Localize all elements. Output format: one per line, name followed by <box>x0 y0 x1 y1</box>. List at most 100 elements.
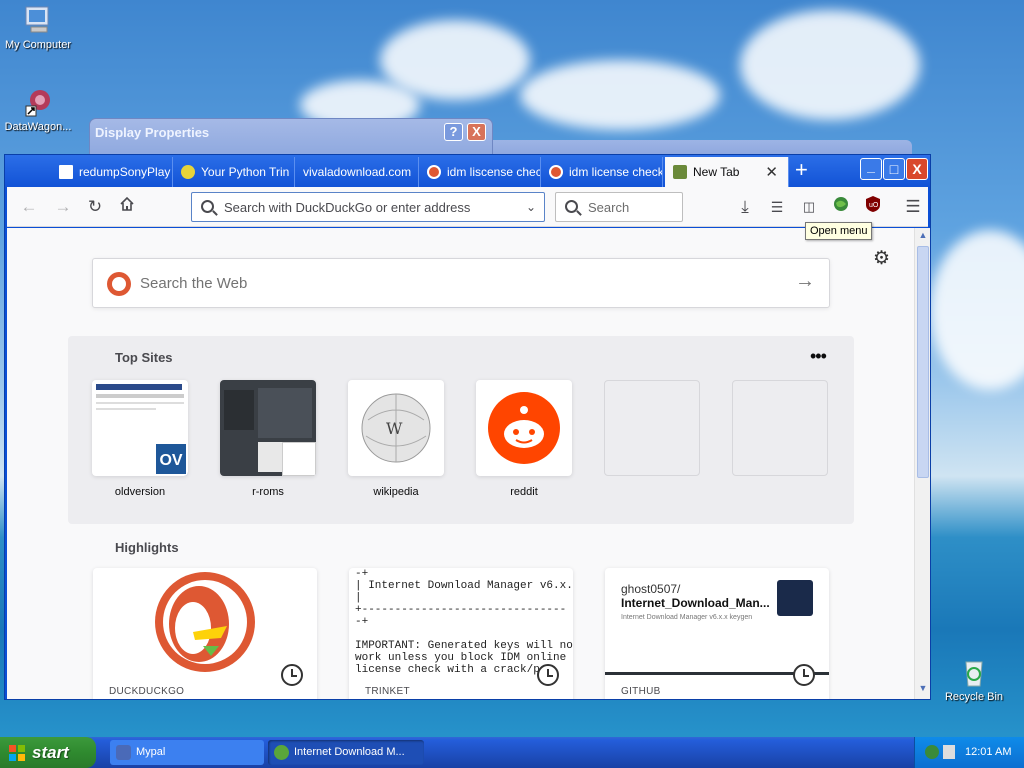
clock-icon <box>281 664 303 686</box>
ublock-icon[interactable]: uO <box>861 195 885 219</box>
highlight-source: DUCKDUCKGO <box>109 686 185 697</box>
gear-icon[interactable]: ⚙ <box>873 247 890 270</box>
tab-python-trinket[interactable]: Your Python Trin <box>173 157 295 187</box>
highlight-source: TRINKET <box>365 686 410 697</box>
more-options-icon[interactable]: ••• <box>810 346 827 367</box>
desktop-icon-recycle-bin[interactable]: Recycle Bin <box>936 656 1012 703</box>
nav-toolbar: ← → ↻ Search with DuckDuckGo or enter ad… <box>7 187 928 227</box>
reload-icon[interactable]: ↻ <box>83 195 107 219</box>
site-thumbnail <box>476 380 572 476</box>
url-bar[interactable]: Search with DuckDuckGo or enter address … <box>191 192 545 222</box>
tab-idm-liscense[interactable]: idm liscense chec <box>419 157 541 187</box>
datawagon-icon <box>22 86 54 118</box>
start-button[interactable]: start <box>0 737 96 768</box>
close-button[interactable]: X <box>467 123 486 141</box>
cloud <box>520 60 720 130</box>
vertical-scrollbar[interactable]: ▲ ▼ <box>914 228 930 699</box>
tab-label: idm liscense chec <box>447 165 541 179</box>
chevron-down-icon[interactable]: ⌄ <box>526 200 536 214</box>
repo-description: Internet Download Manager v6.x.x keygen <box>621 614 753 621</box>
url-placeholder: Search with DuckDuckGo or enter address <box>224 200 471 215</box>
highlights-title: Highlights <box>115 540 179 555</box>
tab-label: vivaladownload.com <box>303 165 412 179</box>
download-icon[interactable]: ⤓ <box>733 195 757 219</box>
speaker-icon[interactable] <box>943 745 955 759</box>
new-tab-button[interactable]: + <box>795 159 808 181</box>
clock: 12:01 AM <box>965 746 1012 758</box>
duckduckgo-icon <box>549 165 563 179</box>
svg-text:uO: uO <box>869 202 879 209</box>
r-roms-logo <box>282 442 316 476</box>
computer-icon <box>22 4 54 36</box>
hamburger-menu-icon[interactable]: ☰ <box>901 195 925 219</box>
sidebar-icon[interactable]: ◫ <box>797 195 821 219</box>
tab-idm-license[interactable]: idm license check <box>541 157 663 187</box>
taskbar-item-mypal[interactable]: Mypal <box>110 740 264 765</box>
top-site-oldversion[interactable]: OV oldversion <box>92 380 188 498</box>
github-avatar <box>777 580 813 616</box>
home-icon[interactable] <box>115 195 139 219</box>
web-search-box[interactable]: Search the Web → <box>92 258 830 308</box>
archive-icon <box>59 165 73 179</box>
duckduckgo-logo <box>155 572 255 672</box>
highlight-card-github[interactable]: ghost0507/ Internet_Download_Man... Inte… <box>605 568 829 699</box>
minimize-button[interactable]: _ <box>860 158 882 180</box>
clock-icon <box>537 664 559 686</box>
desktop-icon-label: Recycle Bin <box>944 691 1004 703</box>
close-button[interactable]: X <box>906 158 928 180</box>
scroll-up-icon[interactable]: ▲ <box>917 230 929 244</box>
network-icon[interactable] <box>925 745 939 759</box>
desktop-icon-my-computer[interactable]: My Computer <box>0 4 76 51</box>
open-menu-tooltip: Open menu <box>805 222 873 240</box>
top-sites-title: Top Sites <box>115 350 173 365</box>
reddit-icon <box>488 392 560 464</box>
wikipedia-icon: W <box>361 393 431 463</box>
svg-text:W: W <box>386 419 403 438</box>
display-properties-dialog[interactable]: Display Properties ? X <box>89 118 493 158</box>
search-bar[interactable]: Search <box>555 192 683 222</box>
recycle-bin-icon <box>958 656 990 688</box>
help-button[interactable]: ? <box>444 123 463 141</box>
new-tab-page: Search the Web → ⚙ Top Sites ••• OV oldv… <box>7 228 914 699</box>
duckduckgo-icon <box>107 272 131 296</box>
site-label: oldversion <box>114 486 166 498</box>
start-label: start <box>32 743 69 762</box>
top-site-empty[interactable] <box>604 380 700 476</box>
web-search-placeholder: Search the Web <box>140 275 248 292</box>
highlight-card-trinket[interactable]: -+ | Internet Download Manager v6.x.x | … <box>349 568 573 699</box>
desktop-icon-datawagon[interactable]: DataWagon... <box>0 86 76 133</box>
arrow-right-icon[interactable]: → <box>795 270 815 293</box>
scroll-down-icon[interactable]: ▼ <box>917 683 929 697</box>
search-icon <box>565 200 578 213</box>
back-icon[interactable]: ← <box>17 195 41 219</box>
tab-label: Your Python Trin <box>201 165 290 179</box>
site-thumbnail <box>220 380 316 476</box>
forward-icon[interactable]: → <box>51 195 75 219</box>
taskbar-item-idm[interactable]: Internet Download M... <box>268 740 424 765</box>
tab-label: redumpSonyPlay <box>79 165 171 179</box>
top-site-wikipedia[interactable]: W wikipedia <box>348 380 444 498</box>
top-site-reddit[interactable]: reddit <box>476 380 572 498</box>
site-thumbnail-placeholder <box>604 380 700 476</box>
tab-close-icon[interactable]: ✕ <box>765 163 778 181</box>
oldversion-logo: OV <box>154 442 188 476</box>
site-label: r-roms <box>252 486 284 498</box>
mypal-icon <box>116 745 131 760</box>
maximize-button[interactable]: □ <box>883 158 905 180</box>
top-site-empty[interactable] <box>732 380 828 476</box>
tab-new-tab[interactable]: New Tab ✕ <box>665 157 789 187</box>
site-thumbnail: OV <box>92 380 188 476</box>
tab-redump[interactable]: redumpSonyPlay <box>51 157 173 187</box>
task-label: Internet Download M... <box>294 746 405 758</box>
top-sites-section: Top Sites ••• OV oldversion r-roms W wik… <box>68 336 854 524</box>
taskbar: start Mypal Internet Download M... 12:01… <box>0 737 1024 768</box>
scrollbar-thumb[interactable] <box>917 246 929 478</box>
library-icon[interactable]: ☰ <box>765 195 789 219</box>
site-label: reddit <box>510 486 538 498</box>
highlight-card-duckduckgo[interactable]: DUCKDUCKGO <box>93 568 317 699</box>
site-label: wikipedia <box>373 486 419 498</box>
extension-globe-icon[interactable] <box>829 195 853 219</box>
tab-vivaladownload[interactable]: vivaladownload.com <box>295 157 419 187</box>
top-site-r-roms[interactable]: r-roms <box>220 380 316 498</box>
task-label: Mypal <box>136 746 166 758</box>
